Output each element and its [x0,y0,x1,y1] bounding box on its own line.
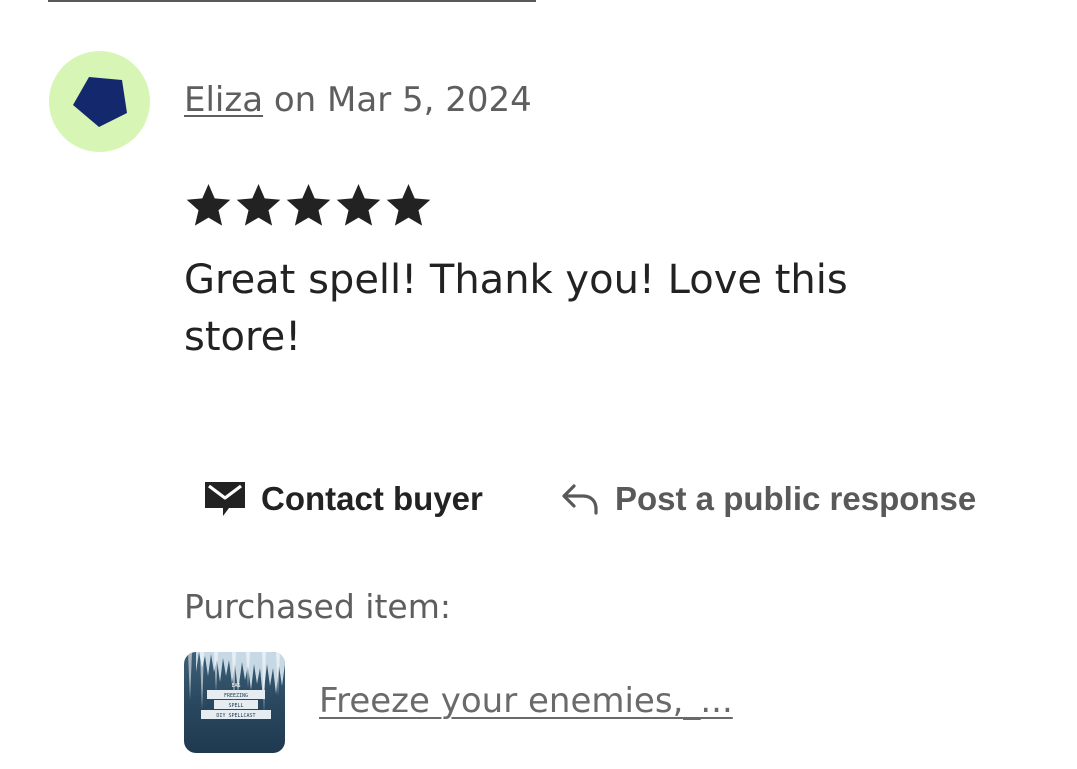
review-text: Great spell! Thank you! Love this store! [184,257,848,360]
mail-icon [205,482,245,516]
post-public-response-button[interactable]: Post a public response [561,476,976,522]
pentagon-icon [72,76,127,127]
purchased-item-link[interactable]: Freeze your enemies,_... [319,679,733,723]
star-icon [336,184,381,226]
purchased-item-label: Purchased item: [184,587,451,626]
thumbnail-text-line: EAS [231,683,240,689]
reply-arrow-icon [562,484,598,515]
avatar[interactable] [49,51,150,152]
star-icon [236,184,281,226]
purchased-item-thumbnail[interactable]: EAS FREEZING SPELL DIY SPELLCAST [184,652,285,753]
review-date: on Mar 5, 2024 [263,80,532,120]
star-rating [184,181,433,229]
contact-buyer-button[interactable]: Contact buyer [203,476,483,522]
reviewer-name-link[interactable]: Eliza [184,80,263,120]
star-icon [186,184,231,226]
thumbnail-text-line: DIY SPELLCAST [216,713,255,719]
contact-buyer-label: Contact buyer [261,480,483,517]
thumbnail-text-line: FREEZING [224,693,248,699]
top-divider [48,0,536,2]
star-icon [386,184,431,226]
star-icon [286,184,331,226]
thumbnail-text-line: SPELL [228,703,243,709]
icicle-spell-image: EAS FREEZING SPELL DIY SPELLCAST [184,652,285,719]
post-public-response-label: Post a public response [615,480,977,517]
review-meta: Eliza on Mar 5, 2024 [184,78,532,122]
